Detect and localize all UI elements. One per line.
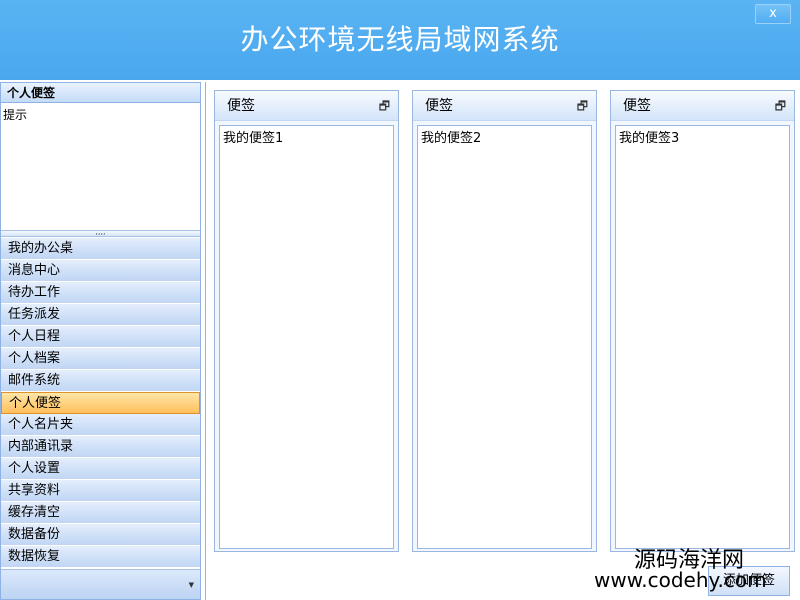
sidebar-item-clear-cache[interactable]: 缓存清空: [1, 502, 200, 524]
sidebar-item-pending-work[interactable]: 待办工作: [1, 282, 200, 304]
title-bar: 办公环境无线局域网系统 x: [0, 0, 800, 80]
sidebar-item-backup[interactable]: 数据备份: [1, 524, 200, 546]
sidebar-menu: 我的办公桌 消息中心 待办工作 任务派发 个人日程 个人档案 邮件系统 个人便签…: [1, 238, 200, 568]
panel-content: 提示: [3, 108, 28, 122]
note-header: 便签 🗗: [611, 91, 794, 121]
sidebar-item-message-center[interactable]: 消息中心: [1, 260, 200, 282]
note-content[interactable]: 我的便签2: [417, 125, 592, 549]
restore-icon[interactable]: 🗗: [577, 91, 588, 121]
watermark: 源码海洋网 www.codehy.com: [594, 542, 800, 598]
panel-title: 个人便签: [1, 83, 200, 103]
note-content[interactable]: 我的便签3: [615, 125, 790, 549]
sidebar-item-directory[interactable]: 内部通讯录: [1, 436, 200, 458]
restore-icon[interactable]: 🗗: [379, 91, 390, 121]
note-card: 便签 🗗 我的便签1: [214, 90, 399, 552]
panel-splitter[interactable]: ,,,,: [1, 228, 200, 237]
menu-footer[interactable]: ▼: [1, 569, 200, 599]
main-area: 便签 🗗 我的便签1 便签 🗗 我的便签2 便签 🗗 我的便签3: [205, 82, 800, 600]
note-title: 便签: [227, 98, 255, 114]
watermark-line2: www.codehy.com: [594, 568, 767, 592]
sidebar-item-profile[interactable]: 个人档案: [1, 348, 200, 370]
note-title: 便签: [425, 98, 453, 114]
sidebar-item-schedule[interactable]: 个人日程: [1, 326, 200, 348]
left-panel: 个人便签 提示 ,,,, 我的办公桌 消息中心 待办工作 任务派发 个人日程 个…: [0, 82, 201, 600]
chevron-down-icon[interactable]: ▼: [189, 581, 194, 589]
sidebar-item-settings[interactable]: 个人设置: [1, 458, 200, 480]
note-card: 便签 🗗 我的便签3: [610, 90, 795, 552]
close-button[interactable]: x: [755, 4, 791, 24]
note-card: 便签 🗗 我的便签2: [412, 90, 597, 552]
sidebar-item-task-dispatch[interactable]: 任务派发: [1, 304, 200, 326]
sidebar-item-my-desk[interactable]: 我的办公桌: [1, 238, 200, 260]
sidebar-item-shared-files[interactable]: 共享资料: [1, 480, 200, 502]
sidebar-item-notes[interactable]: 个人便签: [1, 392, 200, 414]
sidebar-item-restore[interactable]: 数据恢复: [1, 546, 200, 568]
note-header: 便签 🗗: [215, 91, 398, 121]
note-header: 便签 🗗: [413, 91, 596, 121]
app-title: 办公环境无线局域网系统: [240, 23, 560, 56]
sidebar-item-mail[interactable]: 邮件系统: [1, 370, 200, 392]
restore-icon[interactable]: 🗗: [775, 91, 786, 121]
sidebar-item-business-cards[interactable]: 个人名片夹: [1, 414, 200, 436]
note-title: 便签: [623, 98, 651, 114]
note-content[interactable]: 我的便签1: [219, 125, 394, 549]
